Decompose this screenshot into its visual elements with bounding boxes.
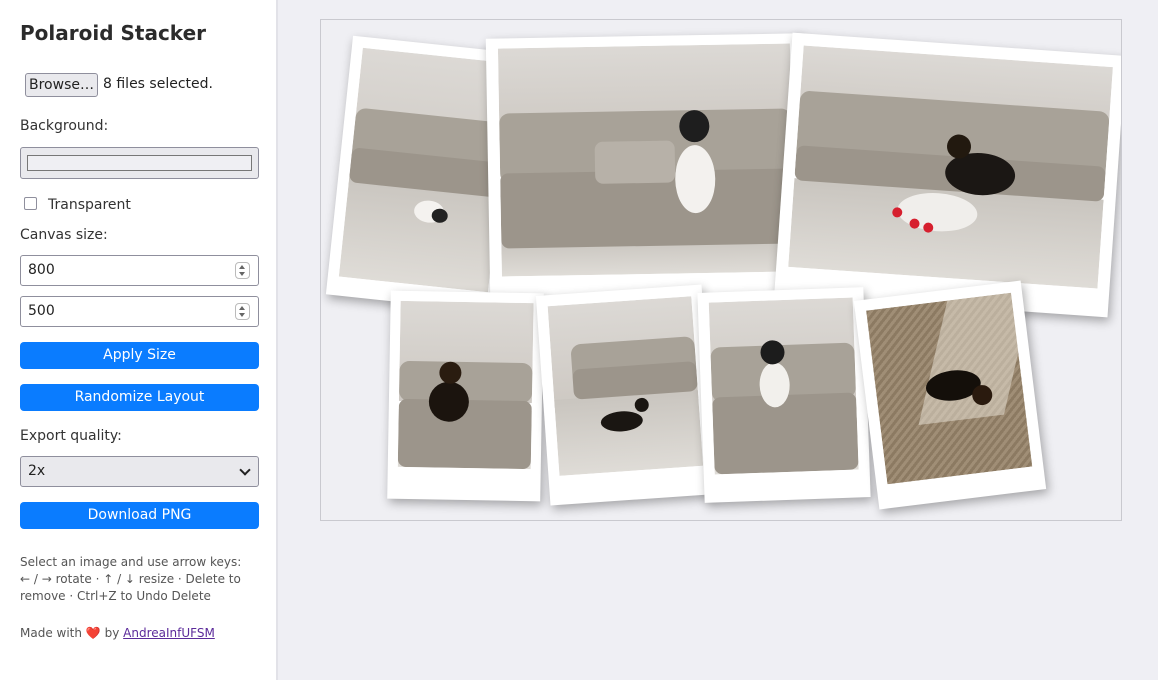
canvas-height-value: 500: [28, 303, 55, 319]
footer-credit: Made with ❤️ by AndreaInfUFSM: [20, 626, 215, 640]
sidebar: Polaroid Stacker Browse… 8 files selecte…: [0, 0, 278, 680]
polaroid-photo-3[interactable]: [774, 32, 1121, 318]
app-title: Polaroid Stacker: [20, 21, 206, 45]
export-quality-value: 2x: [28, 463, 46, 479]
chevron-down-icon: [239, 464, 251, 476]
export-quality-select[interactable]: 2x: [20, 456, 259, 487]
browse-button[interactable]: Browse…: [25, 73, 98, 97]
apply-size-button[interactable]: Apply Size: [20, 342, 259, 369]
download-png-button[interactable]: Download PNG: [20, 502, 259, 529]
canvas-width-value: 800: [28, 262, 55, 278]
transparent-label: Transparent: [48, 197, 131, 213]
author-link[interactable]: AndreaInfUFSM: [123, 626, 215, 640]
background-label: Background:: [20, 118, 109, 134]
canvas-size-label: Canvas size:: [20, 227, 108, 243]
polaroid-photo-7[interactable]: [853, 280, 1047, 510]
background-color-swatch: [27, 155, 252, 171]
polaroid-photo-6[interactable]: [697, 287, 871, 503]
background-color-picker[interactable]: [20, 147, 259, 179]
polaroid-photo-2[interactable]: [485, 33, 807, 299]
heart-icon: ❤️: [85, 626, 101, 640]
by-text: by: [104, 626, 120, 640]
polaroid-photo-4[interactable]: [387, 290, 544, 502]
export-quality-label: Export quality:: [20, 428, 122, 444]
height-spinner-icon[interactable]: [235, 303, 250, 320]
keyboard-help-text: Select an image and use arrow keys: ← / …: [20, 555, 242, 603]
made-with-text: Made with: [20, 626, 82, 640]
width-spinner-icon[interactable]: [235, 262, 250, 279]
polaroid-canvas[interactable]: [320, 19, 1122, 521]
files-selected-status: 8 files selected.: [103, 76, 213, 92]
transparent-checkbox[interactable]: [24, 197, 37, 210]
canvas-width-input[interactable]: 800: [20, 255, 259, 286]
polaroid-photo-5[interactable]: [535, 284, 717, 506]
randomize-layout-button[interactable]: Randomize Layout: [20, 384, 259, 411]
canvas-height-input[interactable]: 500: [20, 296, 259, 327]
